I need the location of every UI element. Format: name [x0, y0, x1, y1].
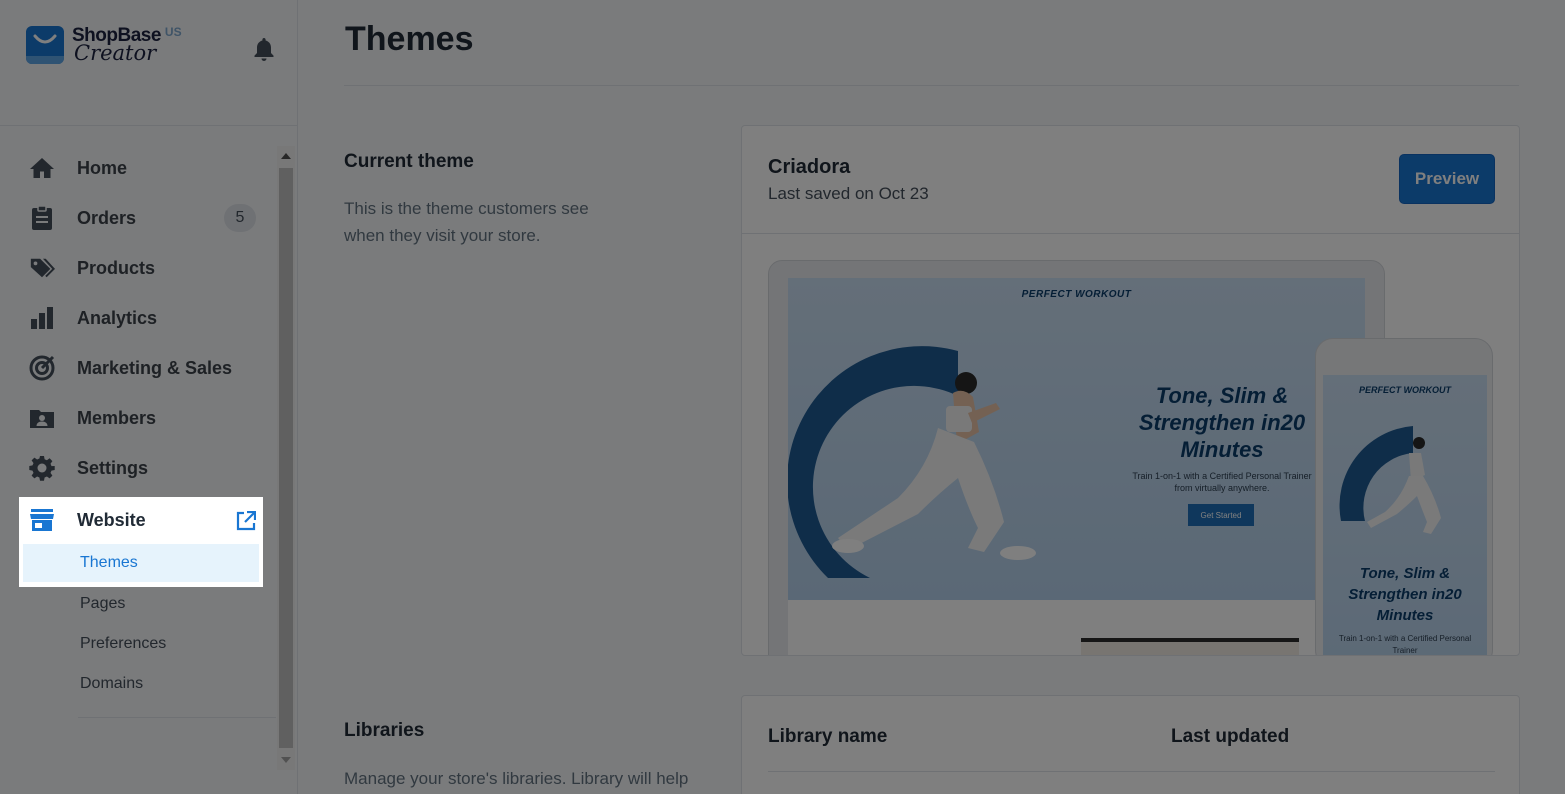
mockup-headline: Tone, Slim & Strengthen in20 Minutes [1138, 383, 1306, 462]
gear-icon [29, 455, 55, 481]
mockup-subtext: Train 1-on-1 with a Certified Personal T… [1132, 471, 1312, 493]
mockup-get-started-button: Get Started [1188, 504, 1254, 526]
scroll-up-icon[interactable] [281, 153, 291, 159]
phone-screen: PERFECT WORKOUT Tone, Slim & Strengthen … [1323, 375, 1487, 655]
sidebar-item-products[interactable]: Products [0, 243, 276, 293]
scroll-down-icon[interactable] [281, 757, 291, 763]
title-divider [344, 85, 1519, 86]
current-theme-heading: Current theme [344, 151, 474, 172]
phone-brand: PERFECT WORKOUT [1359, 385, 1451, 395]
phone-mockup: PERFECT WORKOUT Tone, Slim & Strengthen … [1315, 338, 1493, 655]
libraries-description: Manage your store's libraries. Library w… [344, 769, 689, 788]
sidebar-item-website[interactable]: Website [19, 497, 263, 543]
logo[interactable]: ShopBase US Creator [26, 26, 182, 64]
libraries-heading: Libraries [344, 720, 425, 741]
theme-name: Criadora [768, 156, 851, 178]
phone-subtext: Train 1-on-1 with a Certified Personal T… [1338, 634, 1472, 655]
sidebar-item-label: Marketing & Sales [77, 357, 233, 378]
tag-icon [29, 255, 55, 281]
logo-region: US [164, 25, 182, 39]
storefront-icon [29, 507, 55, 533]
phone-headline: Tone, Slim & Strengthen in20 Minutes [1348, 565, 1462, 624]
libraries-card: Library name Last updated [741, 695, 1520, 794]
sidebar-item-settings[interactable]: Settings [0, 443, 276, 493]
sidebar-scrollbar[interactable] [277, 146, 295, 770]
orders-count-badge: 5 [224, 204, 256, 232]
sidebar-sub-preferences[interactable]: Preferences [80, 635, 166, 653]
library-name-column-header: Library name [768, 726, 888, 747]
sidebar-nav: Home Orders 5 Products Analytics Marketi… [0, 143, 276, 493]
sidebar-item-home[interactable]: Home [0, 143, 276, 193]
members-icon [29, 405, 55, 431]
laptop-screen: PERFECT WORKOUT Tone, Slim & Strengthen … [788, 278, 1365, 655]
sidebar-item-analytics[interactable]: Analytics [0, 293, 276, 343]
current-theme-description: This is the theme customers see when the… [344, 199, 589, 245]
sidebar-divider [0, 125, 297, 126]
sidebar: ShopBase US Creator Home Orders 5 Product… [0, 0, 298, 794]
sidebar-sub-domains[interactable]: Domains [80, 675, 143, 693]
preview-button[interactable]: Preview [1399, 154, 1495, 204]
theme-last-saved: Last saved on Oct 23 [768, 184, 929, 203]
page-title: Themes [345, 20, 474, 58]
bell-icon[interactable] [252, 36, 276, 67]
home-icon [29, 155, 55, 181]
clipboard-icon [29, 205, 55, 231]
current-theme-card: Criadora Last saved on Oct 23 Preview PE… [741, 125, 1520, 656]
logo-sub: Creator [74, 41, 157, 65]
last-updated-column-header: Last updated [1171, 726, 1290, 747]
sidebar-item-members[interactable]: Members [0, 393, 276, 443]
sidebar-item-label: Members [77, 407, 157, 428]
scroll-thumb[interactable] [279, 168, 293, 748]
hero-banner: PERFECT WORKOUT Tone, Slim & Strengthen … [788, 278, 1365, 600]
mockup-lower-image [1081, 638, 1299, 655]
sidebar-item-label: Settings [77, 457, 149, 478]
website-spotlight: Website Themes [19, 497, 263, 587]
sidebar-item-marketing[interactable]: Marketing & Sales [0, 343, 276, 393]
sidebar-sub-pages[interactable]: Pages [80, 595, 125, 613]
sidebar-item-label: Products [77, 257, 156, 278]
card-divider [742, 233, 1519, 234]
libraries-divider [768, 771, 1495, 772]
target-icon [29, 355, 55, 381]
sidebar-sub-divider [78, 717, 276, 718]
sidebar-item-label: Home [77, 157, 128, 178]
sidebar-item-label: Analytics [77, 307, 158, 328]
sidebar-item-orders[interactable]: Orders 5 [0, 193, 276, 243]
bar-chart-icon [29, 305, 55, 331]
shopbase-bag-icon [26, 26, 64, 64]
sidebar-item-label: Website [77, 509, 146, 530]
laptop-mockup: PERFECT WORKOUT Tone, Slim & Strengthen … [768, 260, 1385, 655]
hero-figure-image [788, 346, 1036, 578]
sidebar-item-label: Orders [77, 207, 137, 228]
sidebar-sub-themes[interactable]: Themes [23, 544, 259, 582]
phone-hero-figure-image [1339, 426, 1441, 534]
external-link-icon[interactable] [236, 510, 257, 536]
